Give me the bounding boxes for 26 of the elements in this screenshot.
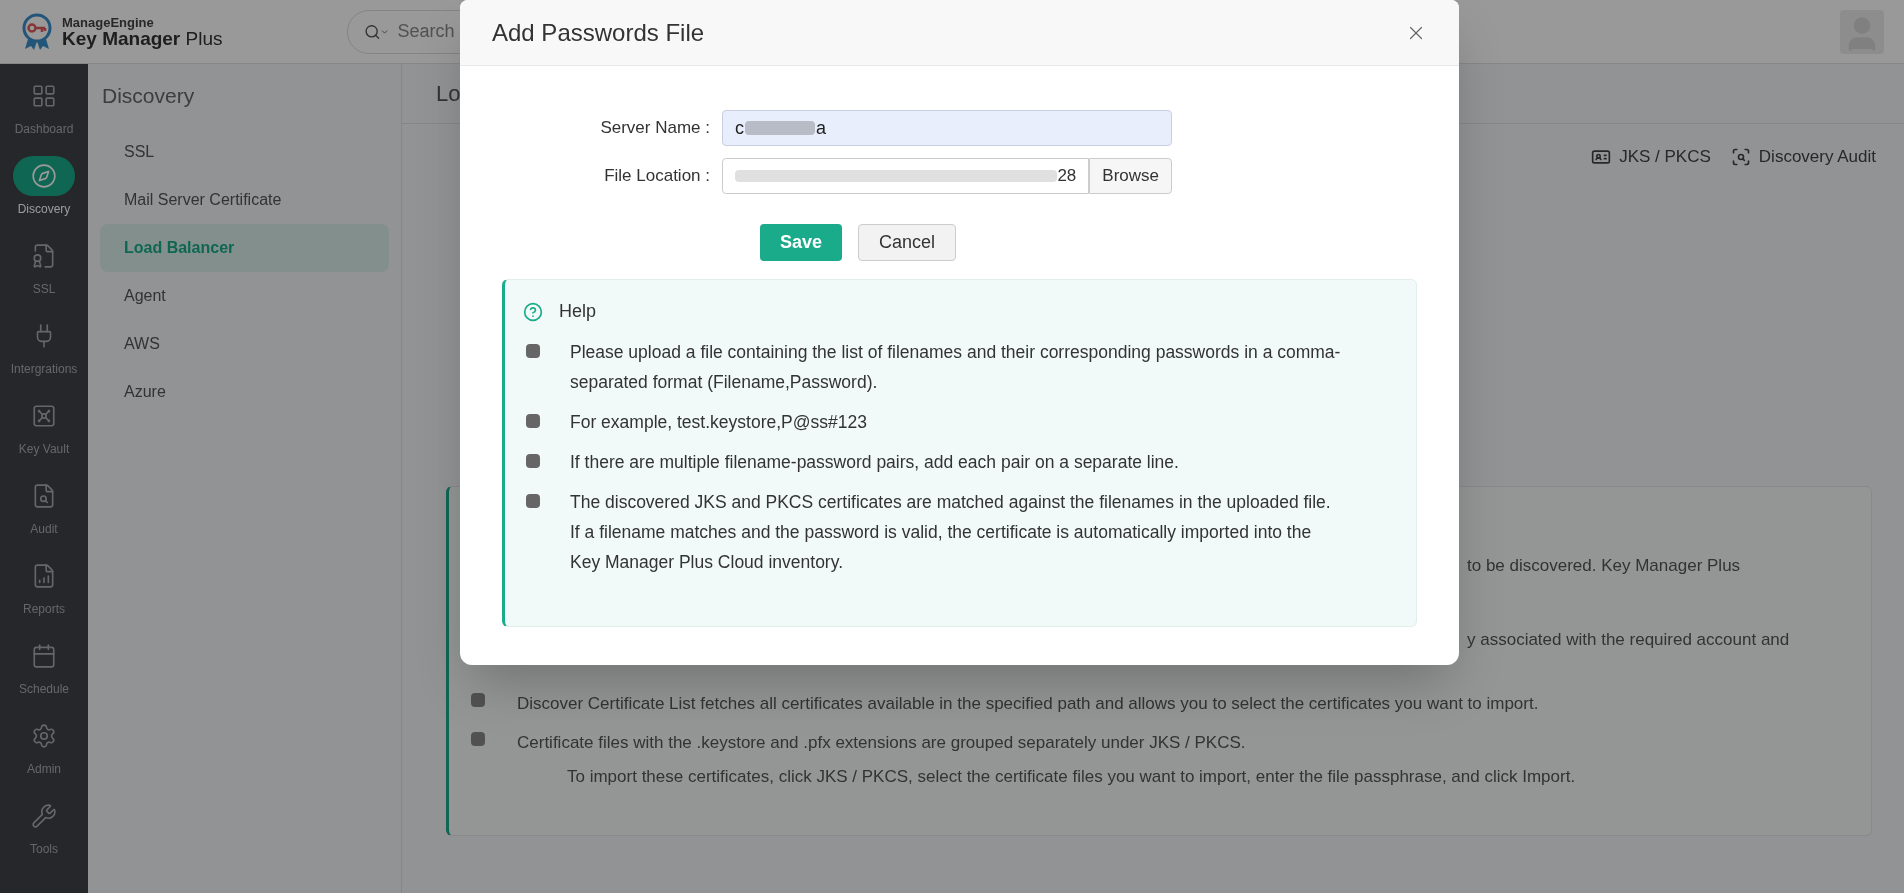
help-text: Certificate files with the .keystore and .pfx extensions are grouped separately under JKS / PKCS. bbox=[517, 732, 1247, 754]
brand-name: ManageEngine bbox=[62, 15, 155, 29]
nav-label: SSL bbox=[32, 281, 56, 298]
nav-label: Dashboard bbox=[14, 121, 74, 138]
page-title: Lo bbox=[436, 80, 461, 108]
help-text: The discovered JKS and PKCS certificates are matched against the filenames in the uploaded file. If a filename matches and the password is valid, the certificate is automatically imported into the Key Manager Plus Cloud inventory. bbox=[570, 491, 1332, 574]
help-text: to be discovered. Key Manager Plus bbox=[1467, 555, 1741, 575]
dialog-title: Add Passwords File bbox=[492, 17, 705, 48]
help-text: For example, test.keystore,P@ss#123 bbox=[570, 411, 867, 434]
help-text: If there are multiple filename-password pairs, add each pair on a separate line. bbox=[570, 451, 1179, 474]
submenu-title: Discovery bbox=[101, 83, 196, 109]
field-label: File Location : bbox=[603, 165, 711, 188]
nav-label: Admin bbox=[27, 761, 61, 778]
field-label: Server Name : bbox=[599, 117, 711, 140]
nav-label: Schedule bbox=[18, 681, 69, 698]
nav-label: Reports bbox=[23, 601, 65, 618]
help-text: To import these certificates, click JKS / PKCS, select the certificate files you want to import, enter the file passphrase, and click Import. bbox=[567, 765, 1576, 788]
help-text: Please upload a file containing the list of filenames and their corresponding passwords in a comma-separated format (Filename,Password). bbox=[570, 341, 1342, 394]
nav-label: Intergrations bbox=[10, 361, 78, 378]
help-text: y associated with the required account and bbox=[1467, 629, 1790, 649]
help-text: Discover Certificate List fetches all certificates available in the specified path and allows you to select the certificates you want to import. bbox=[517, 692, 1539, 715]
nav-label: Audit bbox=[30, 521, 58, 538]
nav-label: Key Vault bbox=[18, 441, 70, 458]
nav-label: Discovery bbox=[17, 201, 71, 218]
help-title: Help bbox=[559, 300, 597, 323]
nav-label: Tools bbox=[30, 841, 58, 858]
